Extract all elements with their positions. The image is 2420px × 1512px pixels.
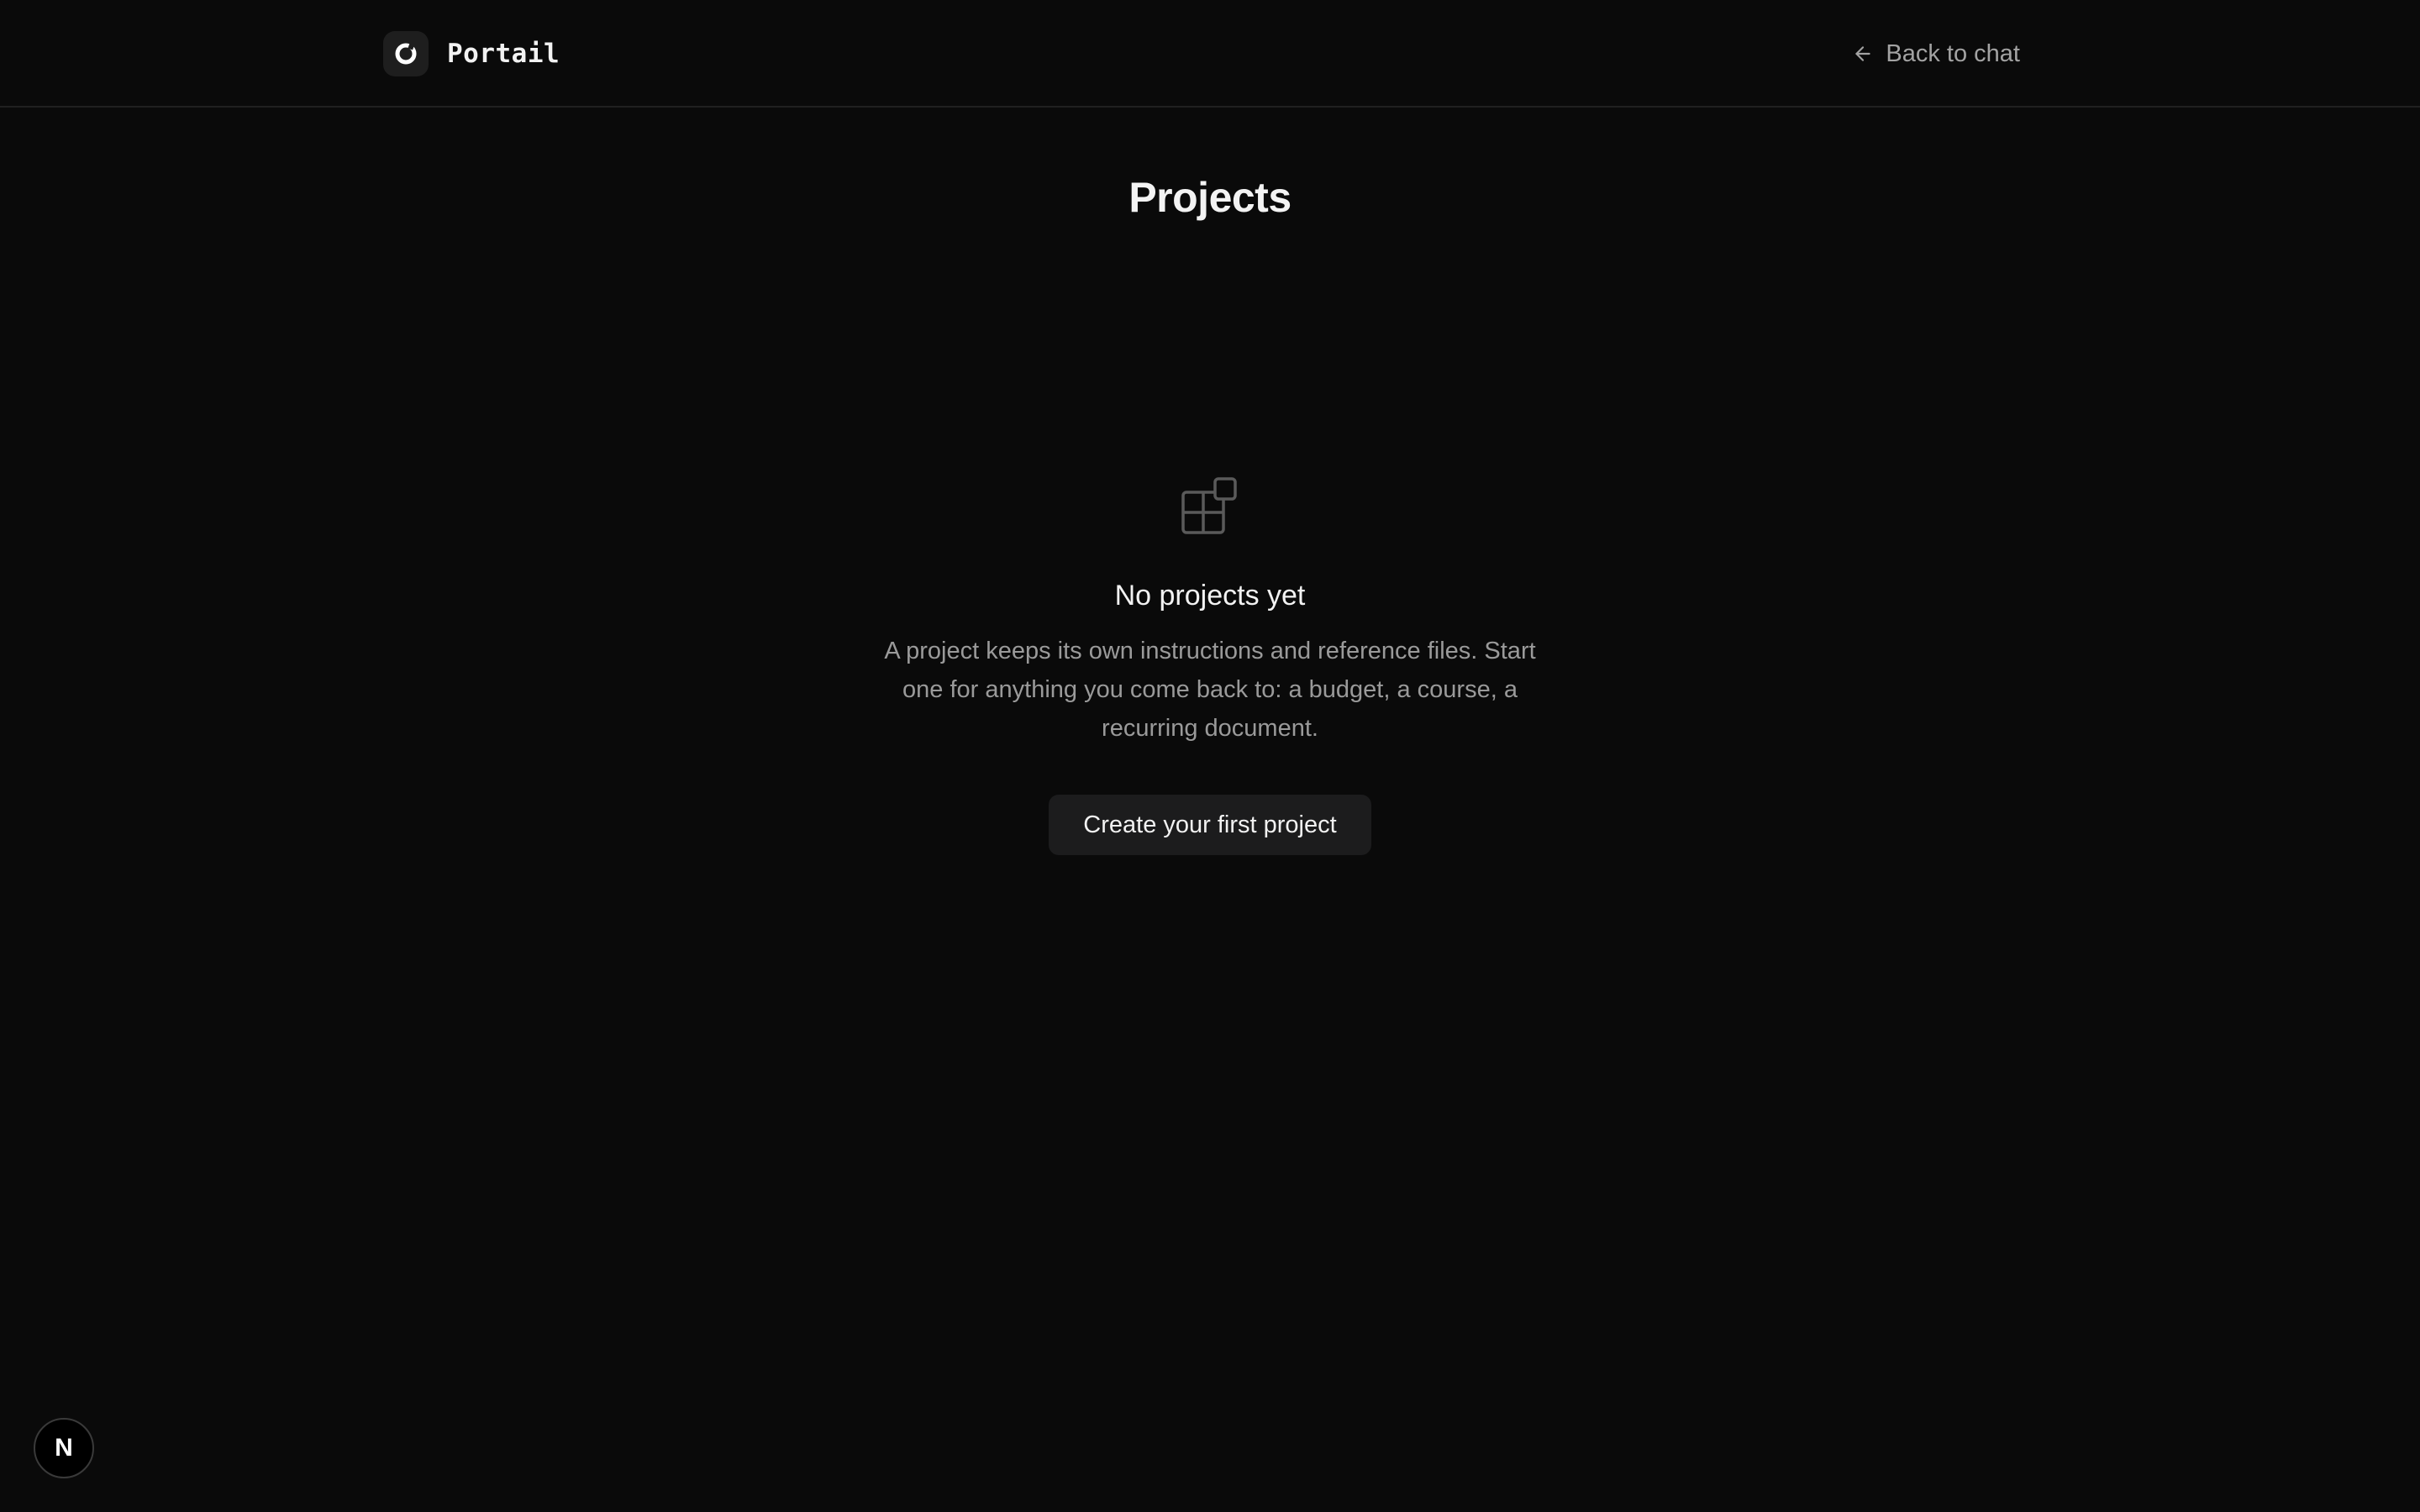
page-title: Projects <box>1128 174 1292 221</box>
arrow-left-icon <box>1852 43 1874 65</box>
empty-state-title: No projects yet <box>1114 580 1306 612</box>
projects-page: Portail Back to chat Projects No project… <box>0 0 2420 1512</box>
dev-badge-label: N <box>55 1434 73 1462</box>
create-first-project-button[interactable]: Create your first project <box>1049 795 1371 855</box>
brand[interactable]: Portail <box>383 30 560 77</box>
back-to-chat-link[interactable]: Back to chat <box>1852 34 2020 74</box>
brand-name: Portail <box>447 39 560 69</box>
layout-blocks-icon <box>1180 475 1240 536</box>
dev-tools-badge[interactable]: N <box>34 1418 94 1478</box>
top-header: Portail Back to chat <box>0 0 2420 108</box>
empty-state-description: A project keeps its own instructions and… <box>884 638 1536 742</box>
portail-logo-icon <box>383 31 429 76</box>
back-to-chat-label: Back to chat <box>1886 39 2020 67</box>
